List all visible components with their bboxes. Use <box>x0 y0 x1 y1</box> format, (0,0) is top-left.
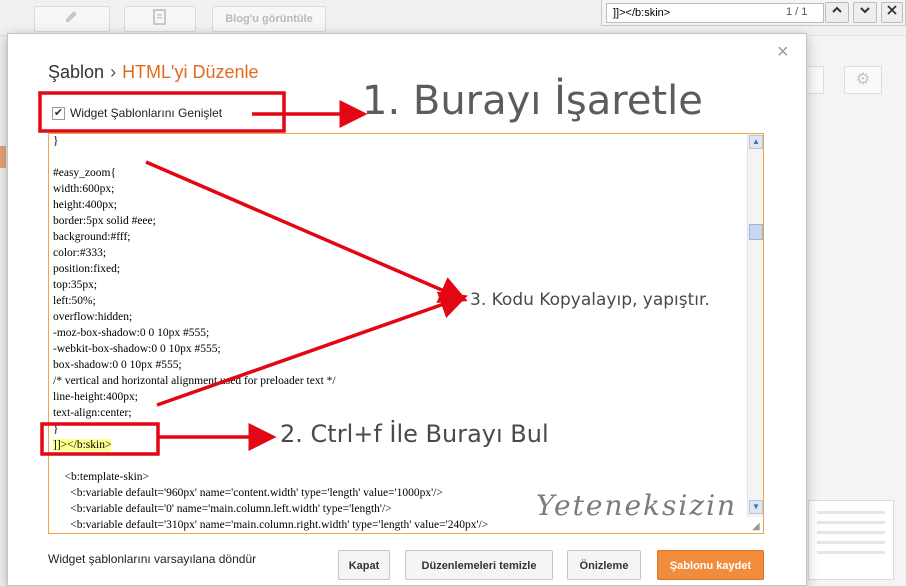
scroll-down-icon[interactable]: ▼ <box>749 500 763 514</box>
expand-widgets-checkbox[interactable]: ✔ <box>52 106 65 120</box>
code-line: -moz-box-shadow:0 0 10px #555; <box>53 327 210 339</box>
resize-handle-icon[interactable]: ◢ <box>752 522 762 532</box>
code-line: height:400px; <box>53 199 117 211</box>
code-line: border:5px solid #eee; <box>53 215 156 227</box>
check-icon: ✔ <box>53 106 64 119</box>
code-line: #easy_zoom{ <box>53 167 117 179</box>
pencil-icon <box>62 11 82 30</box>
code-line: width:600px; <box>53 183 115 195</box>
chevron-up-icon <box>831 6 843 18</box>
background-sidebar <box>0 36 6 586</box>
annotation-step1: 1. Burayı İşaretle <box>362 78 703 124</box>
highlighted-skin-close-tag: ]]></b:skin> <box>53 439 112 451</box>
code-line: top:35px; <box>53 279 98 291</box>
breadcrumb-edit-html: HTML'yi Düzenle <box>122 62 259 82</box>
scroll-up-icon[interactable]: ▲ <box>749 135 763 149</box>
code-line: left:50%; <box>53 295 96 307</box>
annotation-step2: 2. Ctrl+f İle Burayı Bul <box>280 420 549 448</box>
expand-widgets-label: Widget Şablonlarını Genişlet <box>70 106 223 120</box>
find-close-button[interactable] <box>881 2 903 23</box>
code-line: <b:template-skin> <box>53 471 150 483</box>
code-line: position:fixed; <box>53 263 121 275</box>
scroll-thumb[interactable] <box>749 224 763 240</box>
code-line: } <box>53 423 59 435</box>
close-button[interactable]: Kapat <box>338 550 390 580</box>
breadcrumb: Şablon › HTML'yi Düzenle <box>48 62 259 83</box>
breadcrumb-separator: › <box>110 62 117 82</box>
code-line: background:#fff; <box>53 231 131 243</box>
code-line: box-shadow:0 0 10px #555; <box>53 359 182 371</box>
code-line: /* vertical and horizontal alignment use… <box>53 375 336 387</box>
code-line: color:#333; <box>53 247 107 259</box>
code-line: <b:variable default='0' name='main.colum… <box>53 503 392 515</box>
code-line: } <box>53 135 59 147</box>
restore-widgets-link[interactable]: Widget şablonlarını varsayılana döndür <box>48 552 256 566</box>
find-match-count: 1 / 1 <box>786 6 808 18</box>
save-template-button[interactable]: Şablonu kaydet <box>657 550 764 580</box>
view-blog-button[interactable]: Blog'u görüntüle <box>212 6 326 32</box>
chevron-down-icon <box>859 6 871 18</box>
breadcrumb-template[interactable]: Şablon <box>48 62 104 82</box>
annotation-step3: 3. Kodu Kopyalayıp, yapıştır. <box>470 290 710 310</box>
code-line: <b:variable default='310px' name='main.c… <box>53 519 489 531</box>
dialog-close-icon[interactable]: × <box>777 42 789 62</box>
template-code-editor[interactable]: } #easy_zoom{ width:600px; height:400px;… <box>48 133 764 534</box>
gear-icon[interactable]: ⚙ <box>844 66 882 94</box>
document-icon <box>151 9 169 30</box>
pencil-button[interactable] <box>34 6 110 32</box>
clear-edits-button[interactable]: Düzenlemeleri temizle <box>405 550 553 580</box>
code-line: <b:variable default='960px' name='conten… <box>53 487 443 499</box>
preview-button[interactable]: Önizleme <box>567 550 641 580</box>
close-icon <box>887 5 897 18</box>
expand-widgets-toggle[interactable]: ✔ Widget Şablonlarını Genişlet <box>52 106 222 120</box>
code-line: -webkit-box-shadow:0 0 10px #555; <box>53 343 221 355</box>
find-previous-button[interactable] <box>825 2 849 23</box>
watermark: Yeteneksizin <box>536 489 738 522</box>
code-line: overflow:hidden; <box>53 311 133 323</box>
sidebar-active-marker <box>0 146 6 168</box>
background-pill-button[interactable] <box>804 66 824 94</box>
code-line: line-height:400px; <box>53 391 138 403</box>
code-content[interactable]: } #easy_zoom{ width:600px; height:400px;… <box>53 134 489 533</box>
find-next-button[interactable] <box>853 2 877 23</box>
pages-button[interactable] <box>124 6 196 32</box>
background-preview-panel <box>808 500 894 580</box>
editor-scrollbar[interactable]: ▲ ▼ <box>747 134 763 517</box>
code-line: text-align:center; <box>53 407 132 419</box>
